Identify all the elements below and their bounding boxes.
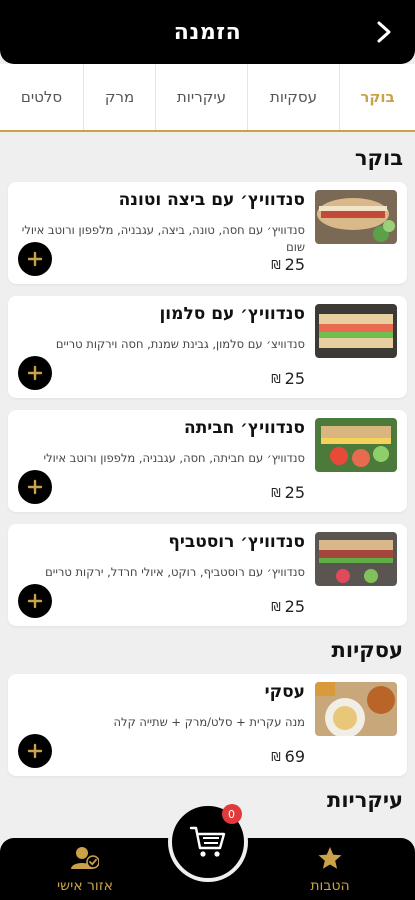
plus-icon: [27, 251, 43, 267]
add-to-cart-button[interactable]: [18, 470, 52, 504]
sandwich-image: [315, 304, 397, 358]
menu-item-price: 25 ₪: [271, 597, 305, 616]
chevron-right-icon: [377, 21, 391, 43]
menu-item-description: סנדוויץ׳ עם חסה, טונה, ביצה, עגבניה, מלפ…: [21, 223, 305, 254]
star-icon: [318, 847, 342, 869]
cart-count-badge: 0: [221, 804, 242, 824]
add-to-cart-button[interactable]: [18, 734, 52, 768]
currency-symbol: ₪: [271, 371, 281, 386]
tab-breakfast[interactable]: בוקר: [339, 64, 415, 130]
plus-icon: [27, 365, 43, 381]
currency-symbol: ₪: [271, 599, 281, 614]
price-value: 69: [284, 747, 305, 766]
menu-item-price: 25 ₪: [271, 369, 305, 388]
menu-item-name: סנדוויץ׳ עם ביצה וטונה: [118, 190, 305, 210]
price-value: 25: [284, 597, 305, 616]
nav-account-label: אזור אישי: [57, 878, 113, 894]
category-tabs: בוקר עסקיות עיקריות מרק סלטים: [0, 64, 415, 132]
menu-item-card[interactable]: סנדוויץ׳ חביתה סנדוויץ׳ עם חביתה, חסה, ע…: [8, 410, 407, 512]
cart-icon: [189, 826, 225, 857]
tab-soup[interactable]: מרק: [83, 64, 155, 130]
menu-item-price: 69 ₪: [271, 747, 305, 766]
tab-mains[interactable]: עיקריות: [155, 64, 247, 130]
app-header: הזמנה: [0, 0, 415, 64]
back-button[interactable]: [371, 18, 397, 46]
cart-button[interactable]: 0: [167, 802, 248, 882]
menu-item-description: סנדוויץ׳ עם רוסטביף, רוקט, איולי חרדל, י…: [45, 565, 305, 579]
sandwich-image: [315, 190, 397, 244]
menu-item-name: עסקי: [264, 682, 305, 702]
menu-item-name: סנדוויץ׳ עם סלמון: [159, 304, 305, 324]
page-title: הזמנה: [173, 19, 242, 45]
nav-promotions-label: הטבות: [310, 878, 350, 894]
price-value: 25: [284, 369, 305, 388]
menu-item-price: 25 ₪: [271, 483, 305, 502]
price-value: 25: [284, 255, 305, 274]
menu-item-description: מנה עקרית + סלט/מרק + שתייה קלה: [113, 715, 305, 729]
sandwich-image: [315, 418, 397, 472]
menu-item-card[interactable]: סנדוויץ׳ עם סלמון סנדוויצ׳ עם סלמון, גבי…: [8, 296, 407, 398]
menu-item-name: סנדוויץ׳ רוסטביף: [168, 532, 305, 552]
menu-item-card[interactable]: סנדוויץ׳ רוסטביף סנדוויץ׳ עם רוסטביף, רו…: [8, 524, 407, 626]
tab-business[interactable]: עסקיות: [247, 64, 339, 130]
section-title-breakfast: בוקר: [354, 146, 403, 170]
sandwich-image: [315, 532, 397, 586]
plus-icon: [27, 479, 43, 495]
nav-promotions[interactable]: הטבות: [285, 846, 375, 894]
menu-item-card[interactable]: עסקי מנה עקרית + סלט/מרק + שתייה קלה 69 …: [8, 674, 407, 776]
plus-icon: [27, 743, 43, 759]
currency-symbol: ₪: [271, 257, 281, 272]
user-check-icon: [71, 847, 100, 869]
menu-item-description: סנדוויץ׳ עם חביתה, חסה, עגבניה, מלפפון ו…: [43, 451, 305, 465]
add-to-cart-button[interactable]: [18, 584, 52, 618]
tab-salads[interactable]: סלטים: [0, 64, 83, 130]
menu-item-description: סנדוויצ׳ עם סלמון, גבינת שמנת, חסה וירקו…: [55, 337, 305, 351]
add-to-cart-button[interactable]: [18, 356, 52, 390]
add-to-cart-button[interactable]: [18, 242, 52, 276]
menu-item-name: סנדוויץ׳ חביתה: [184, 418, 305, 438]
menu-list[interactable]: בוקר סנדוויץ׳ עם ביצה וטונה סנדוויץ׳ עם …: [0, 134, 415, 900]
section-title-business: עסקיות: [331, 638, 403, 662]
meal-image: [315, 682, 397, 736]
plus-icon: [27, 593, 43, 609]
currency-symbol: ₪: [271, 749, 281, 764]
price-value: 25: [284, 483, 305, 502]
currency-symbol: ₪: [271, 485, 281, 500]
nav-account[interactable]: אזור אישי: [40, 846, 130, 894]
menu-item-price: 25 ₪: [271, 255, 305, 274]
menu-item-card[interactable]: סנדוויץ׳ עם ביצה וטונה סנדוויץ׳ עם חסה, …: [8, 182, 407, 284]
